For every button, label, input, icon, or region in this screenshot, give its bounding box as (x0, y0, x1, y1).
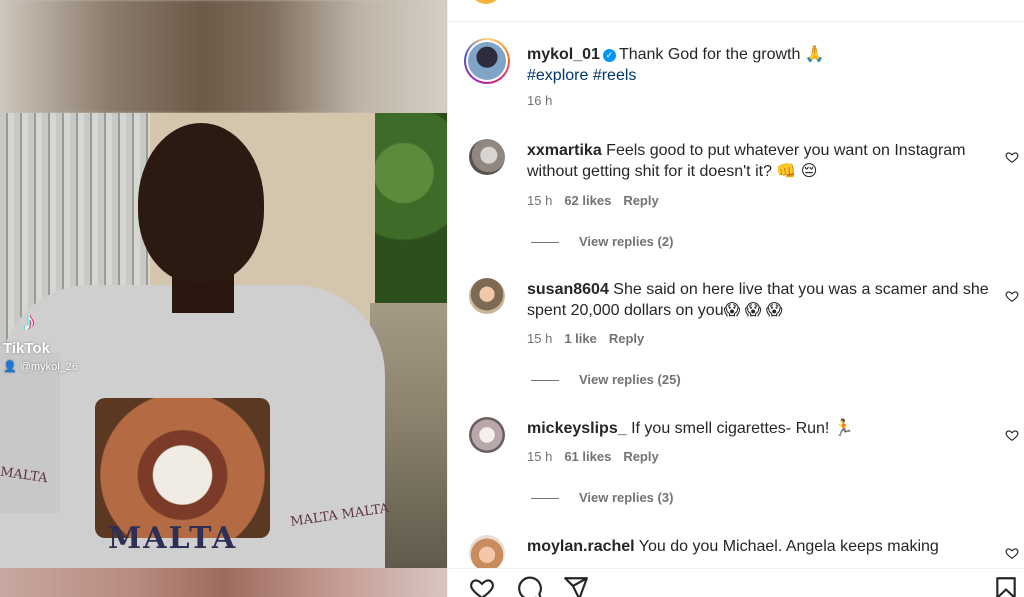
comment-time[interactable]: 15 h (527, 449, 552, 464)
post-sidebar: mykol_01 ✓ Thank God for the growth 🙏 #exp… (447, 0, 1024, 597)
tiktok-watermark-handle: 👤 @mykol_26 (3, 360, 78, 373)
comment-body: mickeyslips_ If you smell cigarettes- Ru… (527, 418, 997, 439)
author-avatar-image (468, 42, 506, 80)
view-replies-label: View replies (2) (579, 234, 674, 249)
media-bottom-blur (0, 568, 447, 597)
view-replies-label: View replies (25) (579, 372, 681, 387)
shirt-emblem (95, 398, 270, 538)
header-avatar[interactable] (470, 0, 502, 4)
photo-subject-head (138, 123, 264, 283)
view-replies-divider (531, 380, 559, 382)
view-replies-button[interactable]: View replies (3) (531, 490, 673, 505)
view-replies-label: View replies (3) (579, 490, 674, 505)
comment-like-heart-icon[interactable] (1005, 428, 1019, 442)
comment-meta: 15 h 61 likes Reply (527, 449, 671, 464)
tiktok-logo-icon: ♪ (22, 306, 36, 336)
post-media[interactable]: MALTA MALTA MALTA MALTA ♪ TikTok 👤 @myko… (0, 0, 447, 597)
comment-icon[interactable] (517, 575, 543, 597)
media-top-blur (0, 0, 447, 113)
view-replies-divider (531, 498, 559, 500)
media-photo: MALTA MALTA MALTA MALTA (0, 113, 447, 568)
comment-reply-button[interactable]: Reply (623, 449, 658, 464)
tiktok-handle-text: @mykol_26 (19, 361, 79, 373)
comment-time[interactable]: 15 h (527, 193, 552, 208)
comment-like-heart-icon[interactable] (1005, 150, 1019, 164)
comment-body: susan8604 She said on here live that you… (527, 279, 997, 321)
comment-avatar[interactable] (469, 278, 505, 314)
comment-time[interactable]: 15 h (527, 331, 552, 346)
comment-username[interactable]: xxmartika (527, 142, 602, 159)
comment-reply-button[interactable]: Reply (609, 331, 644, 346)
comment-meta: 15 h 1 like Reply (527, 331, 656, 346)
photo-background-trees (375, 113, 447, 313)
comment-likes[interactable]: 62 likes (564, 193, 611, 208)
author-avatar[interactable] (464, 38, 510, 84)
comment-meta: 15 h 62 likes Reply (527, 193, 671, 208)
author-username[interactable]: mykol_01 (527, 46, 600, 63)
view-replies-button[interactable]: View replies (25) (531, 372, 681, 387)
comment-body: xxmartika Feels good to put whatever you… (527, 140, 997, 182)
heart-icon[interactable] (469, 575, 495, 597)
comment-username[interactable]: susan8604 (527, 281, 609, 298)
view-replies-divider (531, 242, 559, 244)
comment-reply-button[interactable]: Reply (623, 193, 658, 208)
comment-username[interactable]: moylan.rachel (527, 538, 635, 555)
verified-badge-icon: ✓ (602, 49, 616, 62)
comment-avatar[interactable] (469, 139, 505, 175)
comment-avatar[interactable] (469, 535, 505, 571)
post-caption: mykol_01 ✓ Thank God for the growth 🙏 #exp… (527, 44, 997, 86)
user-icon: 👤 (3, 361, 17, 373)
caption-hashtags[interactable]: #explore #reels (527, 67, 636, 84)
comment-username[interactable]: mickeyslips_ (527, 420, 627, 437)
comment-text: If you smell cigarettes- Run! 🏃 (631, 420, 854, 437)
tiktok-watermark-brand: TikTok (3, 340, 50, 357)
comment-body: moylan.rachel You do you Michael. Angela… (527, 536, 997, 557)
post-action-bar (448, 568, 1024, 597)
share-icon[interactable] (563, 575, 589, 597)
view-replies-button[interactable]: View replies (2) (531, 234, 673, 249)
photo-subject-sleeve (0, 353, 60, 513)
bookmark-icon[interactable] (993, 575, 1019, 597)
shirt-text-main: MALTA (108, 521, 238, 556)
comment-like-heart-icon[interactable] (1005, 546, 1019, 560)
post-timestamp[interactable]: 16 h (527, 93, 552, 108)
caption-text: Thank God for the growth 🙏 (618, 46, 825, 63)
comment-like-heart-icon[interactable] (1005, 289, 1019, 303)
comment-likes[interactable]: 1 like (564, 331, 597, 346)
comment-avatar[interactable] (469, 417, 505, 453)
comment-likes[interactable]: 61 likes (564, 449, 611, 464)
post-header-bar (448, 0, 1024, 22)
comment-text: You do you Michael. Angela keeps making (638, 538, 939, 555)
